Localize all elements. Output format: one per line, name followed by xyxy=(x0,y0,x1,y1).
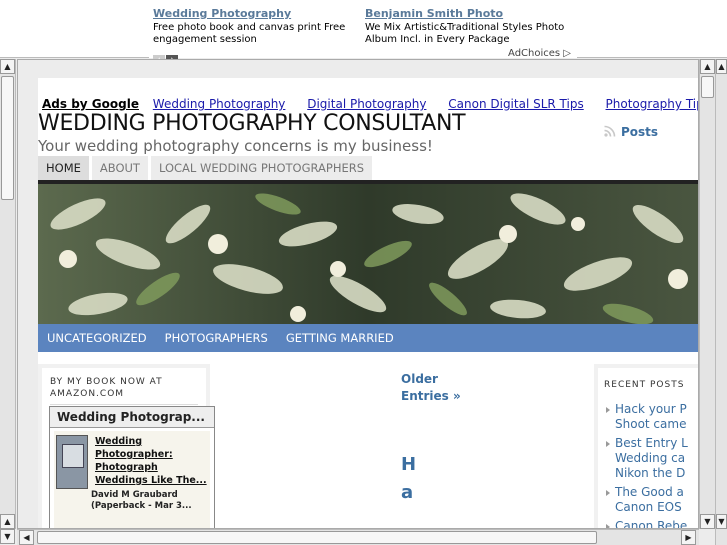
book-cover-image[interactable] xyxy=(56,435,88,489)
ad-container: Wedding Photography Free photo book and … xyxy=(149,6,577,66)
tab-home[interactable]: HOME xyxy=(38,156,89,180)
posts-feed-label: Posts xyxy=(621,125,659,139)
scroll-up-arrow-icon[interactable]: ▲ xyxy=(0,59,15,74)
ad-title-link[interactable]: Benjamin Smith Photo xyxy=(365,8,575,20)
amazon-widget-title[interactable]: Wedding Photograp... xyxy=(50,407,214,428)
tab-local-wedding-photographers[interactable]: LOCAL WEDDING PHOTOGRAPHERS xyxy=(150,156,373,180)
book-format: (Paperback - Mar 3... xyxy=(91,501,192,511)
frame-margin-left xyxy=(18,60,38,528)
book-title-link[interactable]: Wedding Photographer: Photograph Wedding… xyxy=(95,435,210,487)
scroll-down-arrow-icon[interactable]: ▼ xyxy=(700,514,715,529)
rss-icon xyxy=(604,125,616,137)
outer-scroll-up-arrow-icon[interactable]: ▲ xyxy=(0,514,15,529)
scroll-left-arrow-icon[interactable]: ◀ xyxy=(19,530,34,545)
nav-tabs: HOME ABOUT LOCAL WEDDING PHOTOGRAPHERS xyxy=(38,156,375,180)
recent-posts-list: Hack your P Shoot came Best Entry L Wedd… xyxy=(606,402,698,528)
right-sidebar: RECENT POSTS Hack your P Shoot came Best… xyxy=(594,364,698,528)
older-entries-link[interactable]: Older Entries » xyxy=(401,371,461,405)
recent-posts-widget: RECENT POSTS Hack your P Shoot came Best… xyxy=(598,368,698,528)
ad-text: Free photo book and canvas print Free en… xyxy=(153,22,346,45)
posts-feed-link[interactable]: Posts xyxy=(604,125,658,139)
recent-post-link[interactable]: The Good a Canon EOS xyxy=(606,485,698,515)
tab-about[interactable]: ABOUT xyxy=(91,156,148,180)
page-frame: Ads by Google Wedding Photography Digita… xyxy=(17,59,699,529)
ad-unit[interactable]: Benjamin Smith Photo We Mix Artistic&Tra… xyxy=(365,8,575,46)
outer-right-scrollbar[interactable]: ▲ ▼ xyxy=(715,59,727,545)
scroll-down-arrow-icon[interactable]: ▼ xyxy=(716,514,727,529)
adchoices-link[interactable]: AdChoices ▷ xyxy=(508,48,571,59)
site-title[interactable]: WEDDING PHOTOGRAPHY CONSULTANT xyxy=(38,111,466,136)
ad-link[interactable]: Digital Photography xyxy=(307,97,426,111)
header-banner-image xyxy=(38,184,698,324)
top-ad-strip: Wedding Photography Free photo book and … xyxy=(0,0,727,66)
scroll-right-arrow-icon[interactable]: ▶ xyxy=(681,530,696,545)
widget-divider xyxy=(50,404,198,405)
category-uncategorized[interactable]: UNCATEGORIZED xyxy=(38,324,156,352)
page-vertical-scrollbar[interactable]: ▲ ▼ xyxy=(699,59,715,529)
recent-posts-heading: RECENT POSTS xyxy=(604,380,685,390)
site-description: Your wedding photography concerns is my … xyxy=(38,137,433,155)
ad-title-link[interactable]: Wedding Photography xyxy=(153,8,363,20)
amazon-widget[interactable]: Wedding Photograp... Wedding Photographe… xyxy=(49,406,215,528)
outer-left-scrollbar[interactable]: ▲ ▼ xyxy=(0,59,16,529)
book-meta: David M Graubard (Paperback - Mar 3... xyxy=(91,490,211,512)
widget-heading: BY MY BOOK NOW AT AMAZON.COM xyxy=(50,377,163,399)
ad-link[interactable]: Wedding Photography xyxy=(153,97,286,111)
category-getting-married[interactable]: GETTING MARRIED xyxy=(277,324,403,352)
scroll-up-arrow-icon[interactable]: ▲ xyxy=(700,59,715,74)
page-content: Ads by Google Wedding Photography Digita… xyxy=(38,78,698,528)
ad-text: We Mix Artistic&Traditional Styles Photo… xyxy=(365,22,565,45)
scroll-thumb[interactable] xyxy=(37,531,597,544)
ad-link[interactable]: Canon Digital SLR Tips xyxy=(448,97,583,111)
recent-post-link[interactable]: Best Entry L Wedding ca Nikon the D xyxy=(606,436,698,481)
scroll-thumb[interactable] xyxy=(701,76,714,98)
left-sidebar: BY MY BOOK NOW AT AMAZON.COM Wedding Pho… xyxy=(38,364,215,528)
scroll-up-arrow-icon[interactable]: ▲ xyxy=(716,59,727,74)
frame-margin-top xyxy=(18,60,698,78)
ads-by-google-label[interactable]: Ads by Google xyxy=(42,97,139,111)
google-ad-links: Ads by Google Wedding Photography Digita… xyxy=(42,97,698,111)
category-bar: UNCATEGORIZED PHOTOGRAPHERS GETTING MARRIE… xyxy=(38,324,698,352)
ad-link[interactable]: Photography Tips xyxy=(606,97,698,111)
page-horizontal-scrollbar[interactable]: ◀ ▶ xyxy=(17,529,699,545)
recent-post-link[interactable]: Hack your P Shoot came xyxy=(606,402,698,432)
outer-scroll-down-arrow-icon[interactable]: ▼ xyxy=(0,529,15,544)
ad-unit[interactable]: Wedding Photography Free photo book and … xyxy=(153,8,363,46)
scroll-thumb[interactable] xyxy=(1,76,14,200)
foliage-banner-graphic xyxy=(38,184,698,324)
amazon-widget-body: Wedding Photographer: Photograph Wedding… xyxy=(54,431,211,528)
browser-viewport: Wedding Photography Free photo book and … xyxy=(0,0,727,545)
recent-post-link[interactable]: Canon Rebe xyxy=(606,519,698,528)
category-photographers[interactable]: PHOTOGRAPHERS xyxy=(156,324,277,352)
post-title[interactable]: H a xyxy=(401,451,431,507)
book-author: David M Graubard xyxy=(91,490,178,500)
